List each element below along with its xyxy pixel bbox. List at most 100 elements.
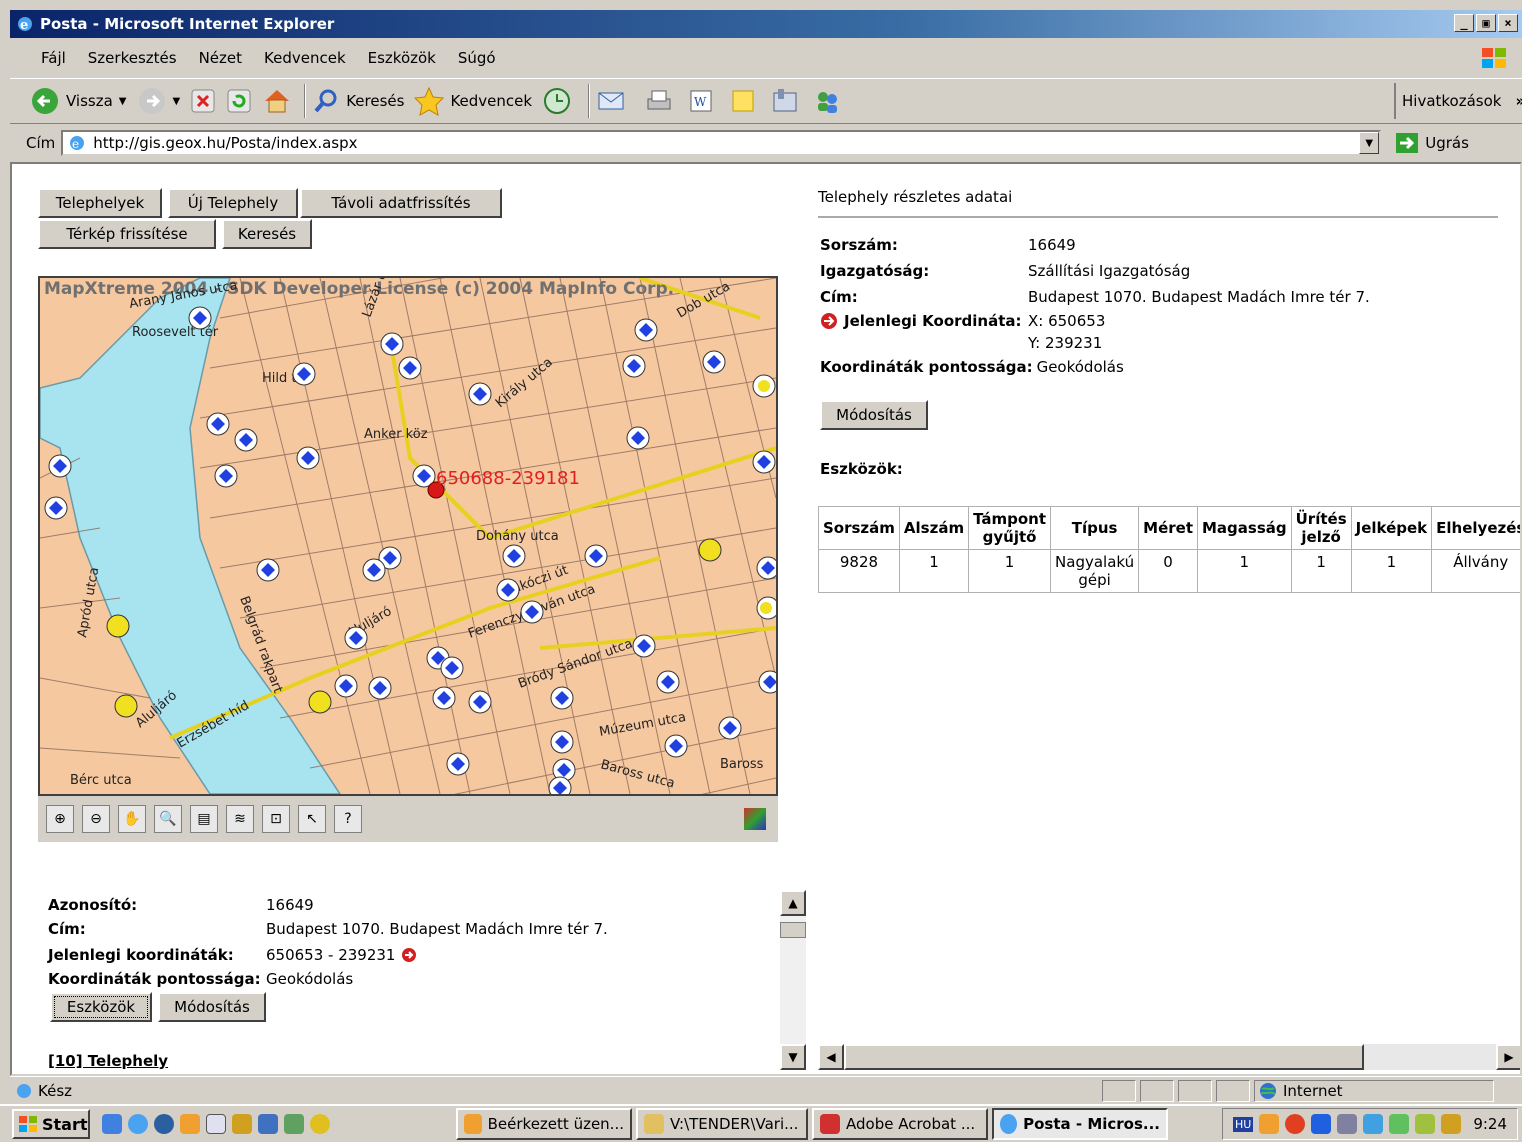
lang-indicator[interactable]: HU — [1232, 1116, 1254, 1132]
map-view[interactable]: MapXtreme 2004 - SDK Developer License (… — [38, 276, 778, 796]
quicklaunch-icon[interactable] — [154, 1114, 174, 1134]
ie-quicklaunch-icon[interactable] — [128, 1114, 148, 1134]
address-dropdown-icon[interactable]: ▼ — [1359, 132, 1380, 154]
selected-point-label: 650688-239181 — [436, 468, 580, 489]
zoom-out-icon[interactable]: ⊖ — [82, 805, 110, 833]
eszkozok-button[interactable]: Eszközök — [50, 992, 152, 1022]
layers-icon[interactable]: ≋ — [226, 805, 254, 833]
task-acrobat[interactable]: Adobe Acrobat ... — [812, 1108, 988, 1140]
task-outlook[interactable]: Beérkezett üzen... — [456, 1108, 632, 1140]
discuss-icon[interactable] — [728, 87, 758, 115]
scroll-left-icon[interactable]: ◀ — [818, 1044, 844, 1070]
zoom-area-icon[interactable]: 🔍 — [154, 805, 182, 833]
links-button[interactable]: Hivatkozások» — [1394, 83, 1522, 119]
menu-help[interactable]: Súgó — [447, 49, 507, 67]
svg-text:Dohány utca: Dohány utca — [476, 529, 559, 544]
status-cell — [1178, 1079, 1212, 1102]
menu-file[interactable]: Fájl — [30, 49, 77, 67]
pan-hand-icon[interactable]: ✋ — [118, 805, 146, 833]
window-title: Posta - Microsoft Internet Explorer — [40, 15, 335, 33]
quicklaunch-icon[interactable] — [284, 1114, 304, 1134]
scroll-down-icon[interactable]: ▼ — [780, 1044, 806, 1070]
hscroll-thumb[interactable] — [844, 1044, 1364, 1070]
menu-edit[interactable]: Szerkesztés — [77, 49, 188, 67]
cell: 1 — [1197, 549, 1292, 593]
menu-view[interactable]: Nézet — [188, 49, 253, 67]
research-icon[interactable] — [770, 87, 800, 115]
refresh-icon[interactable] — [226, 88, 252, 114]
tray-icon[interactable] — [1441, 1114, 1462, 1134]
map-canvas[interactable]: MapXtreme 2004 - SDK Developer License (… — [40, 278, 776, 794]
tray-icon[interactable] — [1415, 1114, 1436, 1134]
cell: 1 — [968, 549, 1052, 593]
clock[interactable]: 9:24 — [1473, 1115, 1507, 1133]
right-title: Telephely részletes adatai — [818, 188, 1013, 206]
terkep-frissitese-button[interactable]: Térkép frissítése — [38, 219, 216, 249]
uj-telephely-button[interactable]: Új Telephely — [168, 188, 298, 218]
address-label: Cím — [26, 134, 56, 152]
stop-icon[interactable] — [190, 88, 216, 114]
start-button[interactable]: Start — [12, 1109, 90, 1139]
media-quicklaunch-icon[interactable] — [310, 1114, 330, 1134]
menu-favorites[interactable]: Kedvencek — [253, 49, 357, 67]
menu-tools[interactable]: Eszközök — [357, 49, 447, 67]
search-icon — [314, 89, 337, 113]
address-input[interactable]: e http://gis.geox.hu/Posta/index.aspx ▼ — [61, 130, 1382, 156]
table-header-row: Sorszám Alszám Támpont gyűjtő Típus Mére… — [818, 506, 1520, 550]
go-button[interactable]: Ugrás — [1395, 132, 1469, 154]
back-button[interactable]: Vissza ▼ — [30, 86, 127, 116]
network-tray-icon[interactable] — [1363, 1114, 1384, 1134]
task-explorer[interactable]: V:\TENDER\Vari... — [636, 1108, 808, 1140]
right-hscrollbar[interactable]: ◀ ▶ — [818, 1044, 1520, 1070]
tray-icon[interactable] — [1285, 1114, 1306, 1134]
zoom-in-icon[interactable]: ⊕ — [46, 805, 74, 833]
left-scrollbar[interactable]: ▲ ▼ — [780, 890, 806, 1070]
modositas-button-right[interactable]: Módosítás — [820, 400, 928, 430]
go-red-arrow-icon[interactable] — [401, 947, 417, 963]
search-button[interactable]: Keresés — [312, 87, 404, 115]
edit-word-icon[interactable]: W — [686, 87, 716, 115]
forward-button[interactable]: ▼ — [137, 86, 180, 116]
quicklaunch-icon[interactable] — [232, 1114, 252, 1134]
address-bar: Cím e http://gis.geox.hu/Posta/index.asp… — [10, 126, 1522, 160]
table-row[interactable]: 9828 1 1 Nagyalakú gépi 0 1 1 1 Állvány … — [818, 549, 1520, 593]
telephelyek-button[interactable]: Telephelyek — [38, 188, 162, 218]
scroll-thumb[interactable] — [780, 922, 806, 938]
maximize-button[interactable]: ▣ — [1476, 14, 1496, 32]
tray-icon[interactable] — [1311, 1114, 1332, 1134]
info-koord-label: Jelenlegi koordináták: — [48, 946, 234, 964]
print-icon[interactable] — [644, 87, 674, 115]
cell: 1 — [1290, 549, 1352, 593]
messenger-icon[interactable] — [812, 87, 842, 115]
close-button[interactable]: × — [1498, 14, 1518, 32]
scroll-right-icon[interactable]: ▶ — [1496, 1044, 1520, 1070]
scale-icon[interactable]: ⊡ — [262, 805, 290, 833]
tray-icon[interactable] — [1337, 1114, 1358, 1134]
modositas-button-left[interactable]: Módosítás — [158, 992, 266, 1022]
taskbar: Start Beérkezett üzen... V:\TENDER\Vari.… — [0, 1104, 1522, 1142]
tray-icon[interactable] — [1389, 1114, 1410, 1134]
help-icon[interactable]: ? — [334, 805, 362, 833]
right-x: X: 650653 — [1028, 312, 1106, 330]
system-tray: HU 9:24 — [1221, 1108, 1518, 1140]
kereses-button[interactable]: Keresés — [222, 219, 312, 249]
zone-label: Internet — [1283, 1081, 1343, 1100]
quicklaunch-icon[interactable] — [258, 1114, 278, 1134]
legend-icon[interactable]: ▤ — [190, 805, 218, 833]
outlook-quicklaunch-icon[interactable] — [180, 1114, 200, 1134]
mail-quicklaunch-icon[interactable] — [206, 1114, 226, 1134]
favorites-button[interactable]: Kedvencek — [414, 86, 532, 116]
scroll-up-icon[interactable]: ▲ — [780, 890, 806, 916]
home-icon[interactable] — [262, 87, 292, 115]
info-pointer-icon[interactable]: ↖ — [298, 805, 326, 833]
go-red-arrow-icon[interactable] — [820, 312, 838, 330]
task-posta-ie[interactable]: Posta - Micros... — [992, 1108, 1168, 1140]
right-divider — [818, 216, 1498, 218]
mail-icon[interactable] — [596, 87, 632, 115]
telephely-link[interactable]: [10] Telephely — [48, 1052, 168, 1070]
history-icon[interactable] — [542, 86, 572, 116]
minimize-button[interactable]: _ — [1454, 14, 1474, 32]
tavoli-adatfrissites-button[interactable]: Távoli adatfrissítés — [300, 188, 502, 218]
quicklaunch-icon[interactable] — [102, 1114, 122, 1134]
tray-icon[interactable] — [1259, 1114, 1280, 1134]
